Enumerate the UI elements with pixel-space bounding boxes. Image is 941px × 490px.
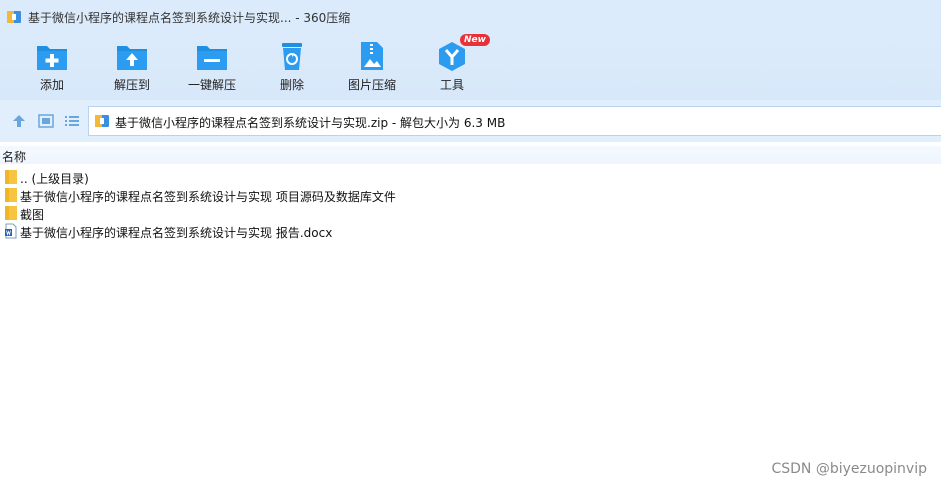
add-label: 添加 (39, 78, 64, 92)
up-arrow-icon[interactable] (10, 112, 28, 130)
list-item-report-docx[interactable]: 基于微信小程序的课程点名签到系统设计与实现 报告.docx (0, 222, 941, 240)
word-document-icon (5, 223, 17, 239)
trash-icon (282, 43, 302, 70)
one-click-extract-icon (197, 46, 227, 70)
add-folder-icon (37, 46, 67, 70)
item-name: 基于微信小程序的课程点名签到系统设计与实现 报告.docx (20, 226, 333, 240)
one-click-extract-button[interactable]: 一键解压 (172, 38, 252, 96)
delete-label: 删除 (279, 78, 304, 92)
image-compress-icon (361, 42, 383, 70)
list-view-icon[interactable] (63, 112, 81, 130)
extract-to-label: 解压到 (113, 78, 150, 92)
item-name: 基于微信小程序的课程点名签到系统设计与实现 项目源码及数据库文件 (20, 190, 396, 204)
watermark: CSDN @biyezuopinvip (771, 461, 927, 477)
extract-to-button[interactable]: 解压到 (92, 38, 172, 96)
column-name-header[interactable]: 名称 (2, 148, 26, 165)
toolbar: 添加 解压到 一键解压 删除 图片压缩 New 工具 (0, 34, 941, 100)
tools-label: 工具 (439, 78, 464, 92)
window-title: 基于微信小程序的课程点名签到系统设计与实现... - 360压缩 (28, 11, 351, 25)
list-item-source-folder[interactable]: 基于微信小程序的课程点名签到系统设计与实现 项目源码及数据库文件 (0, 186, 941, 204)
one-click-extract-label: 一键解压 (187, 78, 236, 92)
archive-path: 基于微信小程序的课程点名签到系统设计与实现.zip - 解包大小为 6.3 MB (115, 116, 506, 130)
extract-to-icon (117, 46, 147, 70)
list-item-screenshots-folder[interactable]: 截图 (0, 204, 941, 222)
thumbnail-view-icon[interactable] (37, 112, 55, 130)
add-button[interactable]: 添加 (12, 38, 92, 96)
delete-button[interactable]: 删除 (252, 38, 332, 96)
image-compress-button[interactable]: 图片压缩 (332, 38, 412, 96)
item-name: 截图 (20, 208, 45, 222)
folder-icon (5, 170, 17, 184)
column-header: 名称 (0, 146, 941, 164)
list-item-parent-dir[interactable]: .. (上级目录) (0, 168, 941, 186)
folder-icon (5, 188, 17, 202)
folder-icon (5, 206, 17, 220)
new-badge: New (460, 34, 490, 46)
file-list: .. (上级目录) 基于微信小程序的课程点名签到系统设计与实现 项目源码及数据库… (0, 168, 941, 240)
item-name: .. (上级目录) (20, 172, 89, 186)
zip-file-icon (95, 115, 109, 127)
path-bar[interactable]: 基于微信小程序的课程点名签到系统设计与实现.zip - 解包大小为 6.3 MB (88, 106, 941, 136)
tools-button[interactable]: New 工具 (412, 34, 492, 96)
title-bar: 基于微信小程序的课程点名签到系统设计与实现... - 360压缩 (0, 0, 941, 34)
archive-app-icon (7, 11, 21, 23)
image-compress-label: 图片压缩 (347, 78, 396, 92)
